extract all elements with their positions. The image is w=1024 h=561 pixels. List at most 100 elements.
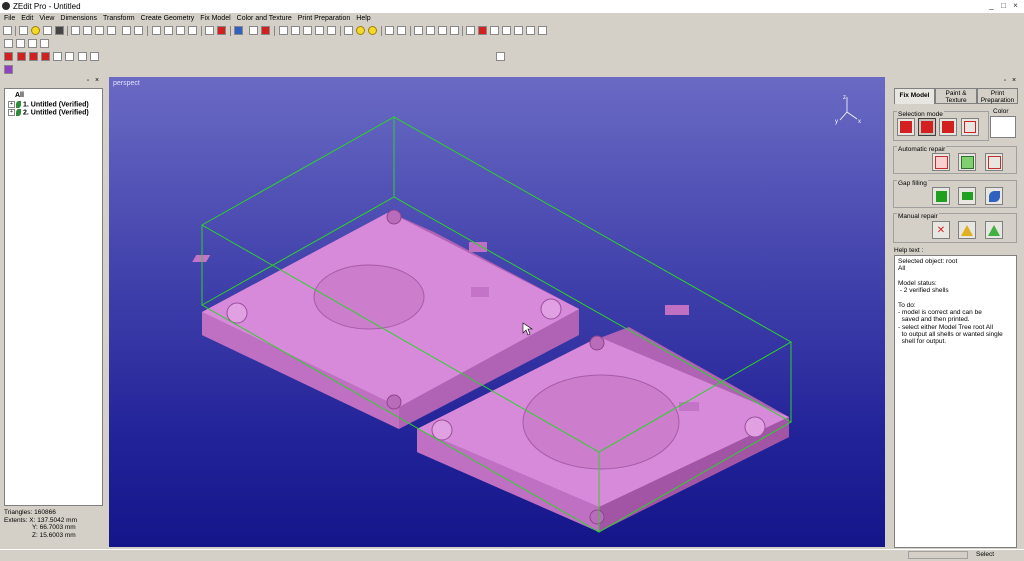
rotate-icon[interactable] [164,26,173,35]
lasso-icon[interactable] [90,52,99,61]
shaded-icon[interactable] [502,26,511,35]
menu-transform[interactable]: Transform [99,13,137,22]
open-folder-icon[interactable] [31,26,40,35]
tree-root[interactable]: All [15,92,24,99]
texture-view-icon[interactable] [514,26,523,35]
normals-icon[interactable] [526,26,535,35]
3d-viewport[interactable]: perspect z x y [109,77,885,547]
pan-hand-icon[interactable] [279,26,288,35]
tab-paint-texture[interactable]: Paint & Texture [935,88,977,104]
minimize-icon[interactable]: _ [987,2,996,11]
open-file-icon[interactable] [43,26,52,35]
measure-angle-icon[interactable] [40,39,49,48]
view-right-icon[interactable] [450,26,459,35]
menu-edit[interactable]: Edit [17,13,35,22]
paste-icon[interactable] [95,26,104,35]
tree-item[interactable]: +2. Untitled (Verified) [8,109,89,116]
target-icon[interactable] [344,26,353,35]
color-swatch[interactable] [990,116,1016,138]
cube-icon[interactable] [205,26,214,35]
bounding-box-icon[interactable] [538,26,547,35]
redo-icon[interactable] [134,26,143,35]
tab-fix-model[interactable]: Fix Model [894,88,935,104]
triangle-cut-icon[interactable] [41,52,50,61]
menu-create-geometry[interactable]: Create Geometry [137,13,197,22]
menu-help[interactable]: Help [352,13,372,22]
delete-triangle-button[interactable]: ✕ [932,221,950,239]
expand-icon[interactable]: + [8,109,15,116]
light-icon[interactable] [356,26,365,35]
flip-triangle-button[interactable] [985,221,1003,239]
mirror-icon[interactable] [188,26,197,35]
light-direction-icon[interactable] [368,26,377,35]
move-icon[interactable] [152,26,161,35]
expand-icon[interactable]: + [8,101,15,108]
menu-file[interactable]: File [0,13,17,22]
star-icon[interactable] [217,26,226,35]
select-region-button[interactable] [939,118,957,136]
add-point-icon[interactable] [65,52,74,61]
maximize-icon[interactable]: □ [999,2,1008,11]
select-box-icon[interactable] [249,26,258,35]
automatic-repair-group: Automatic repair [893,146,1017,174]
paint-brush-icon[interactable] [4,65,13,74]
new-file-icon[interactable] [19,26,28,35]
triangle-edit-icon[interactable] [17,52,26,61]
select-outline-icon [964,121,976,133]
grid-icon[interactable] [234,26,243,35]
add-triangle-button[interactable] [958,221,976,239]
menu-view[interactable]: View [35,13,56,22]
select-face-icon[interactable] [261,26,270,35]
zoom-search-icon[interactable] [315,26,324,35]
measure-z-icon[interactable] [28,39,37,48]
panel-close-icon[interactable]: × [1012,77,1016,84]
view-top-icon[interactable] [466,26,475,35]
tree-item[interactable]: +1. Untitled (Verified) [8,101,89,108]
fit-view-icon[interactable] [327,26,336,35]
view-back-icon[interactable] [426,26,435,35]
close-icon[interactable]: × [1011,2,1020,11]
copy-icon[interactable] [83,26,92,35]
select-outline-button[interactable] [961,118,979,136]
panel-close-icon[interactable]: × [95,77,99,84]
group-label: Gap filling [897,180,928,187]
print-icon[interactable] [496,52,505,61]
crosshair-icon[interactable] [78,52,87,61]
view-bottom-icon[interactable] [478,26,487,35]
menu-print-preparation[interactable]: Print Preparation [294,13,353,22]
tab-print-preparation[interactable]: Print Preparation [977,88,1018,104]
stitch-gap-button[interactable] [958,187,976,205]
measure-x-icon[interactable] [4,39,13,48]
menu-fix-model[interactable]: Fix Model [196,13,232,22]
select-triangle-button[interactable] [918,118,936,136]
scale-icon[interactable] [176,26,185,35]
menu-color-and-texture[interactable]: Color and Texture [233,13,294,22]
repair-split-button[interactable] [985,153,1003,171]
triangle-split-icon[interactable] [29,52,38,61]
view-cube-icon[interactable] [385,26,394,35]
delete-icon[interactable] [107,26,116,35]
help-text-content: Selected object: root All Model status: … [898,258,1003,346]
save-icon[interactable] [55,26,64,35]
zoom-icon[interactable] [303,26,312,35]
fill-gap-button[interactable] [932,187,950,205]
menu-dimensions[interactable]: Dimensions [56,13,99,22]
view-iso-icon[interactable] [397,26,406,35]
measure-y-icon[interactable] [16,39,25,48]
triangle-outline-icon[interactable] [53,52,62,61]
bridge-gap-button[interactable] [985,187,1003,205]
wireframe-icon[interactable] [490,26,499,35]
triangle-red-icon[interactable] [4,52,13,61]
view-left-icon[interactable] [438,26,447,35]
cut-icon[interactable] [71,26,80,35]
view-front-icon[interactable] [414,26,423,35]
color-label: Color [993,108,1009,115]
move-view-icon[interactable] [291,26,300,35]
zedit-icon[interactable] [3,26,12,35]
undo-icon[interactable] [122,26,131,35]
panel-restore-icon[interactable]: ▫ [1004,78,1006,84]
panel-restore-icon[interactable]: ▫ [87,78,89,84]
select-shell-button[interactable] [897,118,915,136]
repair-cube-button[interactable] [932,153,950,171]
repair-green-cube-button[interactable] [958,153,976,171]
